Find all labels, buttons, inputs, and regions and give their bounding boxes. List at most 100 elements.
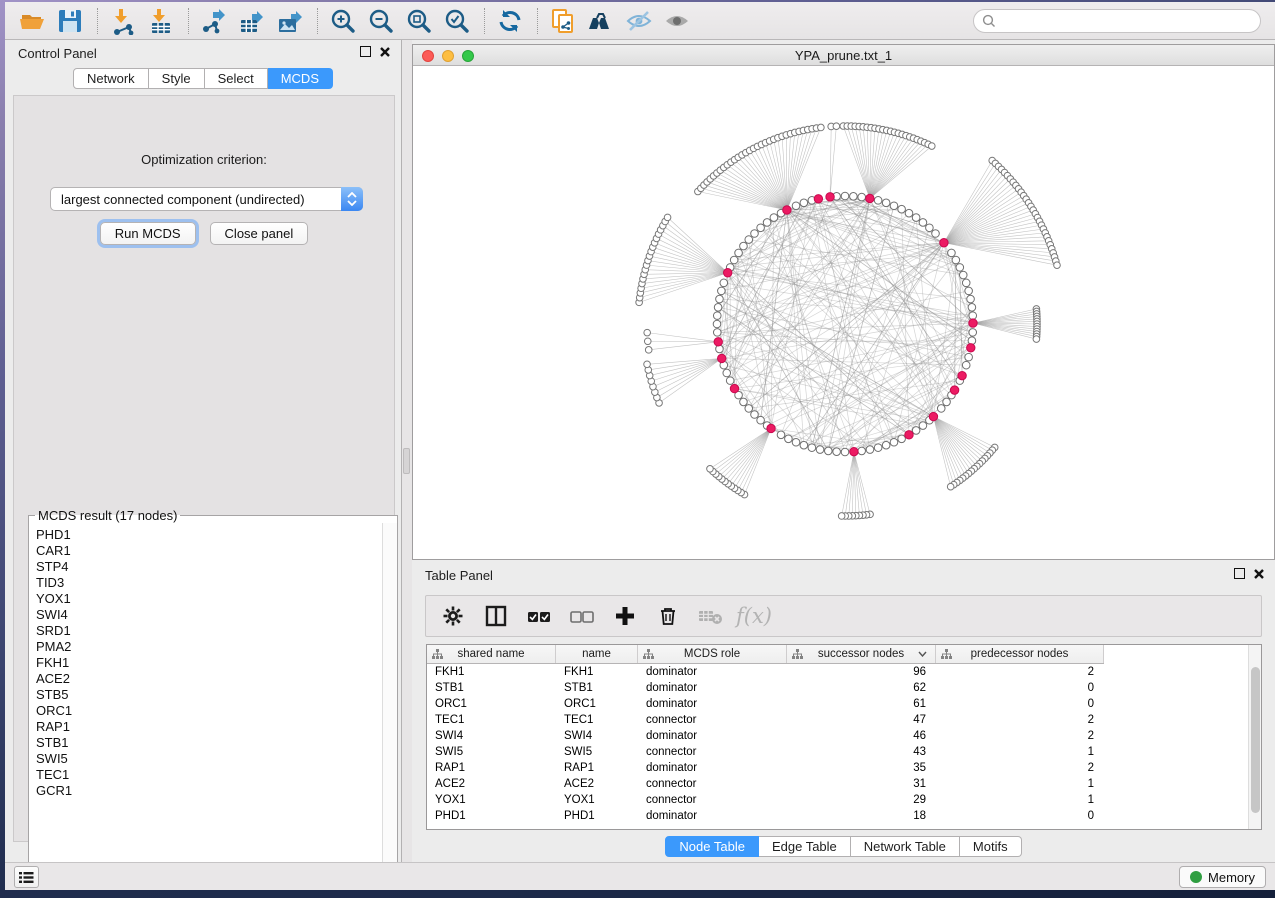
tab-motifs[interactable]: Motifs [960,836,1022,857]
cell-mcds_role: connector [638,776,787,792]
network-window-titlebar[interactable]: YPA_prune.txt_1 [413,45,1274,66]
close-panel-button[interactable]: Close panel [210,222,309,245]
tab-node-table[interactable]: Node Table [665,836,759,857]
cell-predecessor_nodes: 0 [936,808,1104,824]
cell-predecessor_nodes: 2 [936,728,1104,744]
zoom-out-icon[interactable] [366,6,396,36]
deselect-all-columns-icon[interactable] [569,603,595,629]
node-table-header[interactable]: shared namenameMCDS rolesuccessor nodesp… [427,645,1104,664]
tab-select[interactable]: Select [205,68,268,89]
table-scrollbar-thumb[interactable] [1251,667,1260,813]
run-mcds-button[interactable]: Run MCDS [100,222,196,245]
mcds-result-item[interactable]: RAP1 [36,719,381,735]
zoom-in-icon[interactable] [328,6,358,36]
import-network-icon[interactable] [108,6,138,36]
hide-selected-eye-icon[interactable] [624,6,654,36]
table-row[interactable]: SWI4SWI4dominator462 [427,728,1104,744]
memory-label: Memory [1208,870,1255,885]
cell-mcds_role: dominator [638,664,787,680]
float-panel-icon[interactable] [1234,568,1245,579]
duplicate-network-icon[interactable] [548,6,578,36]
open-session-icon[interactable] [17,6,47,36]
mcds-result-item[interactable]: SWI4 [36,607,381,623]
mcds-result-item[interactable]: PMA2 [36,639,381,655]
cell-mcds_role: dominator [638,728,787,744]
node-table[interactable]: shared namenameMCDS rolesuccessor nodesp… [426,644,1262,830]
tab-network[interactable]: Network [73,68,149,89]
export-network-icon[interactable] [199,6,229,36]
first-neighbors-icon[interactable] [586,6,616,36]
search-input[interactable] [973,9,1261,33]
close-window-icon[interactable] [422,50,434,62]
cell-successor_nodes: 35 [787,760,936,776]
mcds-result-item[interactable]: TEC1 [36,767,381,783]
maximize-window-icon[interactable] [462,50,474,62]
function-builder-fx-icon[interactable]: f(x) [741,603,767,629]
network-search-field[interactable] [973,9,1261,33]
split-panel-icon[interactable] [483,603,509,629]
cell-shared_name: STB1 [427,680,556,696]
mcds-result-item[interactable]: CAR1 [36,543,381,559]
save-session-icon[interactable] [55,6,85,36]
mcds-result-item[interactable]: YOX1 [36,591,381,607]
panel-splitter[interactable] [402,40,412,862]
network-canvas[interactable] [413,66,1274,559]
fit-content-icon[interactable] [404,6,434,36]
table-row[interactable]: ACE2ACE2connector311 [427,776,1104,792]
mcds-result-item[interactable]: STB1 [36,735,381,751]
table-row[interactable]: STB1STB1dominator620 [427,680,1104,696]
column-header-name[interactable]: name [556,645,638,663]
column-header-mcds_role[interactable]: MCDS role [638,645,787,663]
close-panel-icon[interactable] [379,46,391,58]
splitter-handle[interactable] [403,448,410,474]
float-panel-icon[interactable] [360,46,371,57]
toolbar-separator [97,8,98,34]
panels-menu-button[interactable] [14,866,39,888]
network-graph[interactable] [413,66,1274,559]
table-row[interactable]: FKH1FKH1dominator962 [427,664,1104,680]
mcds-result-item[interactable]: PHD1 [36,527,381,543]
column-header-predecessor_nodes[interactable]: predecessor nodes [936,645,1104,663]
import-table-icon[interactable] [146,6,176,36]
export-image-icon[interactable] [275,6,305,36]
column-header-shared_name[interactable]: shared name [427,645,556,663]
table-row[interactable]: PHD1PHD1dominator180 [427,808,1104,824]
export-table-icon[interactable] [237,6,267,36]
table-options-gear-icon[interactable] [440,603,466,629]
tab-mcds[interactable]: MCDS [268,68,333,89]
table-row[interactable]: RAP1RAP1dominator352 [427,760,1104,776]
toolbar-separator [317,8,318,34]
delete-table-icon[interactable] [698,603,724,629]
mcds-result-item[interactable]: SRD1 [36,623,381,639]
mcds-result-item[interactable]: FKH1 [36,655,381,671]
mcds-result-list[interactable]: PHD1CAR1STP4TID3YOX1SWI4SRD1PMA2FKH1ACE2… [30,525,381,874]
table-row[interactable]: YOX1YOX1connector291 [427,792,1104,808]
mcds-result-item[interactable]: ORC1 [36,703,381,719]
tab-network-table[interactable]: Network Table [851,836,960,857]
mcds-result-item[interactable]: STP4 [36,559,381,575]
show-all-eye-icon[interactable] [662,6,692,36]
column-header-successor_nodes[interactable]: successor nodes [787,645,936,663]
table-scrollbar[interactable] [1248,645,1261,829]
table-row[interactable]: TEC1TEC1connector472 [427,712,1104,728]
mcds-result-item[interactable]: TID3 [36,575,381,591]
mcds-result-item[interactable]: GCR1 [36,783,381,799]
zoom-selected-icon[interactable] [442,6,472,36]
memory-button[interactable]: Memory [1179,866,1266,888]
tab-style[interactable]: Style [149,68,205,89]
table-row[interactable]: ORC1ORC1dominator610 [427,696,1104,712]
optimization-criterion-select[interactable]: largest connected component (undirected) [50,187,363,211]
mcds-result-item[interactable]: SWI5 [36,751,381,767]
cell-mcds_role: dominator [638,760,787,776]
select-all-columns-icon[interactable] [526,603,552,629]
close-panel-icon[interactable] [1253,568,1265,580]
add-column-icon[interactable] [612,603,638,629]
minimize-window-icon[interactable] [442,50,454,62]
mcds-result-item[interactable]: ACE2 [36,671,381,687]
tab-edge-table[interactable]: Edge Table [759,836,851,857]
table-row[interactable]: SWI5SWI5connector431 [427,744,1104,760]
refresh-view-icon[interactable] [495,6,525,36]
delete-column-trash-icon[interactable] [655,603,681,629]
mcds-list-scrollbar[interactable] [382,523,397,875]
mcds-result-item[interactable]: STB5 [36,687,381,703]
